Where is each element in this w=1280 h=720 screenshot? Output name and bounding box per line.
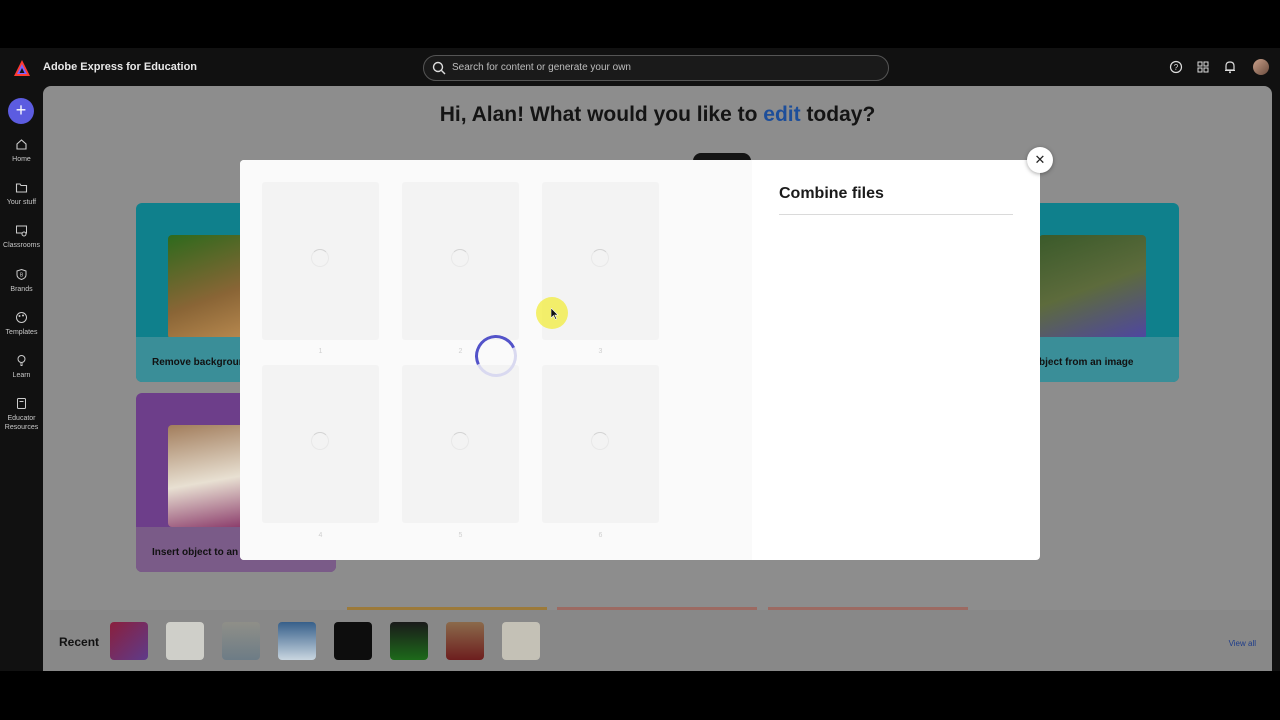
adobe-express-logo[interactable]: [13, 59, 31, 77]
mouse-pointer-icon: [551, 308, 559, 320]
bell-icon[interactable]: [1223, 60, 1237, 74]
page-number: 5: [458, 532, 463, 539]
rail-item-label: Home: [12, 156, 31, 163]
rail-item-templates[interactable]: Templates: [0, 311, 43, 337]
loading-spinner: [451, 249, 469, 267]
page-number: 1: [318, 348, 323, 355]
rail-item-label: Learn: [12, 372, 31, 379]
recent-thumbnail[interactable]: [222, 622, 260, 660]
recent-thumbnail[interactable]: [390, 622, 428, 660]
title-suffix: today?: [800, 103, 876, 126]
title-prefix: Hi, Alan! What would you like to: [439, 103, 764, 126]
classrooms-icon: [16, 225, 27, 237]
loading-spinner: [591, 249, 609, 267]
park-photo: [1039, 235, 1146, 339]
avatar[interactable]: [1253, 59, 1269, 75]
page-number: 3: [598, 348, 603, 355]
top-bar: Adobe Express for Education Search for c…: [0, 48, 1280, 86]
rail-item-label: Your stuff: [6, 199, 37, 206]
loading-spinner: [451, 432, 469, 450]
loading-spinner: [311, 249, 329, 267]
page-thumbnail[interactable]: [262, 182, 379, 340]
close-button[interactable]: ✕: [1027, 147, 1053, 173]
left-rail: + Home Your stuff Classrooms B Brands Te…: [0, 86, 43, 671]
title-highlight: edit: [763, 103, 801, 126]
rail-item-classrooms[interactable]: Classrooms: [0, 224, 43, 250]
page-preview-pane: 1 2 3 4 5 6: [240, 160, 752, 560]
lightbulb-icon: [17, 355, 26, 366]
recent-thumbnail[interactable]: [502, 622, 540, 660]
rail-item-label: Templates: [5, 329, 38, 336]
page-title: Hi, Alan! What would you like to edit to…: [43, 103, 1272, 127]
recent-thumbnail[interactable]: [166, 622, 204, 660]
home-icon: [16, 139, 27, 150]
recent-thumbnail[interactable]: [446, 622, 484, 660]
recent-bar: Recent View all: [43, 610, 1272, 671]
recent-thumbnail[interactable]: [110, 622, 148, 660]
rail-item-label: Brands: [10, 286, 33, 293]
search-icon: [432, 61, 446, 75]
rail-item-your-stuff[interactable]: Your stuff: [0, 181, 43, 207]
combine-files-dialog: 1 2 3 4 5 6 Combine files: [240, 160, 1040, 560]
recent-label: Recent: [59, 635, 100, 649]
close-icon: ✕: [1034, 152, 1046, 167]
svg-text:?: ?: [1174, 63, 1179, 72]
search-placeholder: Search for content or generate your own: [452, 62, 631, 73]
card-label: Remove backgroun: [152, 357, 245, 368]
page-thumbnail[interactable]: [402, 182, 519, 340]
card-label: bject from an image: [1039, 357, 1134, 368]
recent-thumbnail[interactable]: [278, 622, 316, 660]
app-title: Adobe Express for Education: [43, 61, 198, 73]
folder-icon: [15, 183, 28, 193]
brands-icon: B: [16, 268, 27, 281]
divider: [779, 214, 1013, 215]
rail-item-label: Educator Resources: [4, 415, 39, 431]
create-new-button[interactable]: +: [8, 98, 34, 124]
search-input[interactable]: Search for content or generate your own: [423, 55, 889, 81]
apps-grid-icon[interactable]: [1196, 60, 1210, 74]
rail-item-home[interactable]: Home: [0, 138, 43, 164]
dialog-title: Combine files: [779, 185, 884, 202]
svg-text:B: B: [20, 273, 24, 279]
page-thumbnail[interactable]: [402, 365, 519, 523]
help-icon[interactable]: ?: [1169, 60, 1183, 74]
rail-item-learn[interactable]: Learn: [0, 354, 43, 380]
page-thumbnail[interactable]: [542, 365, 659, 523]
rail-item-label: Classrooms: [3, 242, 40, 249]
cat-photo: [168, 235, 248, 339]
book-icon: [17, 398, 26, 409]
view-all-link[interactable]: View all: [1229, 639, 1256, 648]
rail-item-brands[interactable]: B Brands: [0, 268, 43, 294]
page-thumbnail[interactable]: [262, 365, 379, 523]
rail-item-educator-resources[interactable]: Educator Resources: [0, 397, 43, 432]
recent-thumbnail[interactable]: [334, 622, 372, 660]
templates-icon: [16, 312, 27, 323]
loading-spinner: [311, 432, 329, 450]
card-label: Insert object to an i: [152, 547, 244, 558]
dog-photo: [168, 425, 248, 527]
page-number: 4: [318, 532, 323, 539]
loading-spinner: [591, 432, 609, 450]
page-number: 6: [598, 532, 603, 539]
